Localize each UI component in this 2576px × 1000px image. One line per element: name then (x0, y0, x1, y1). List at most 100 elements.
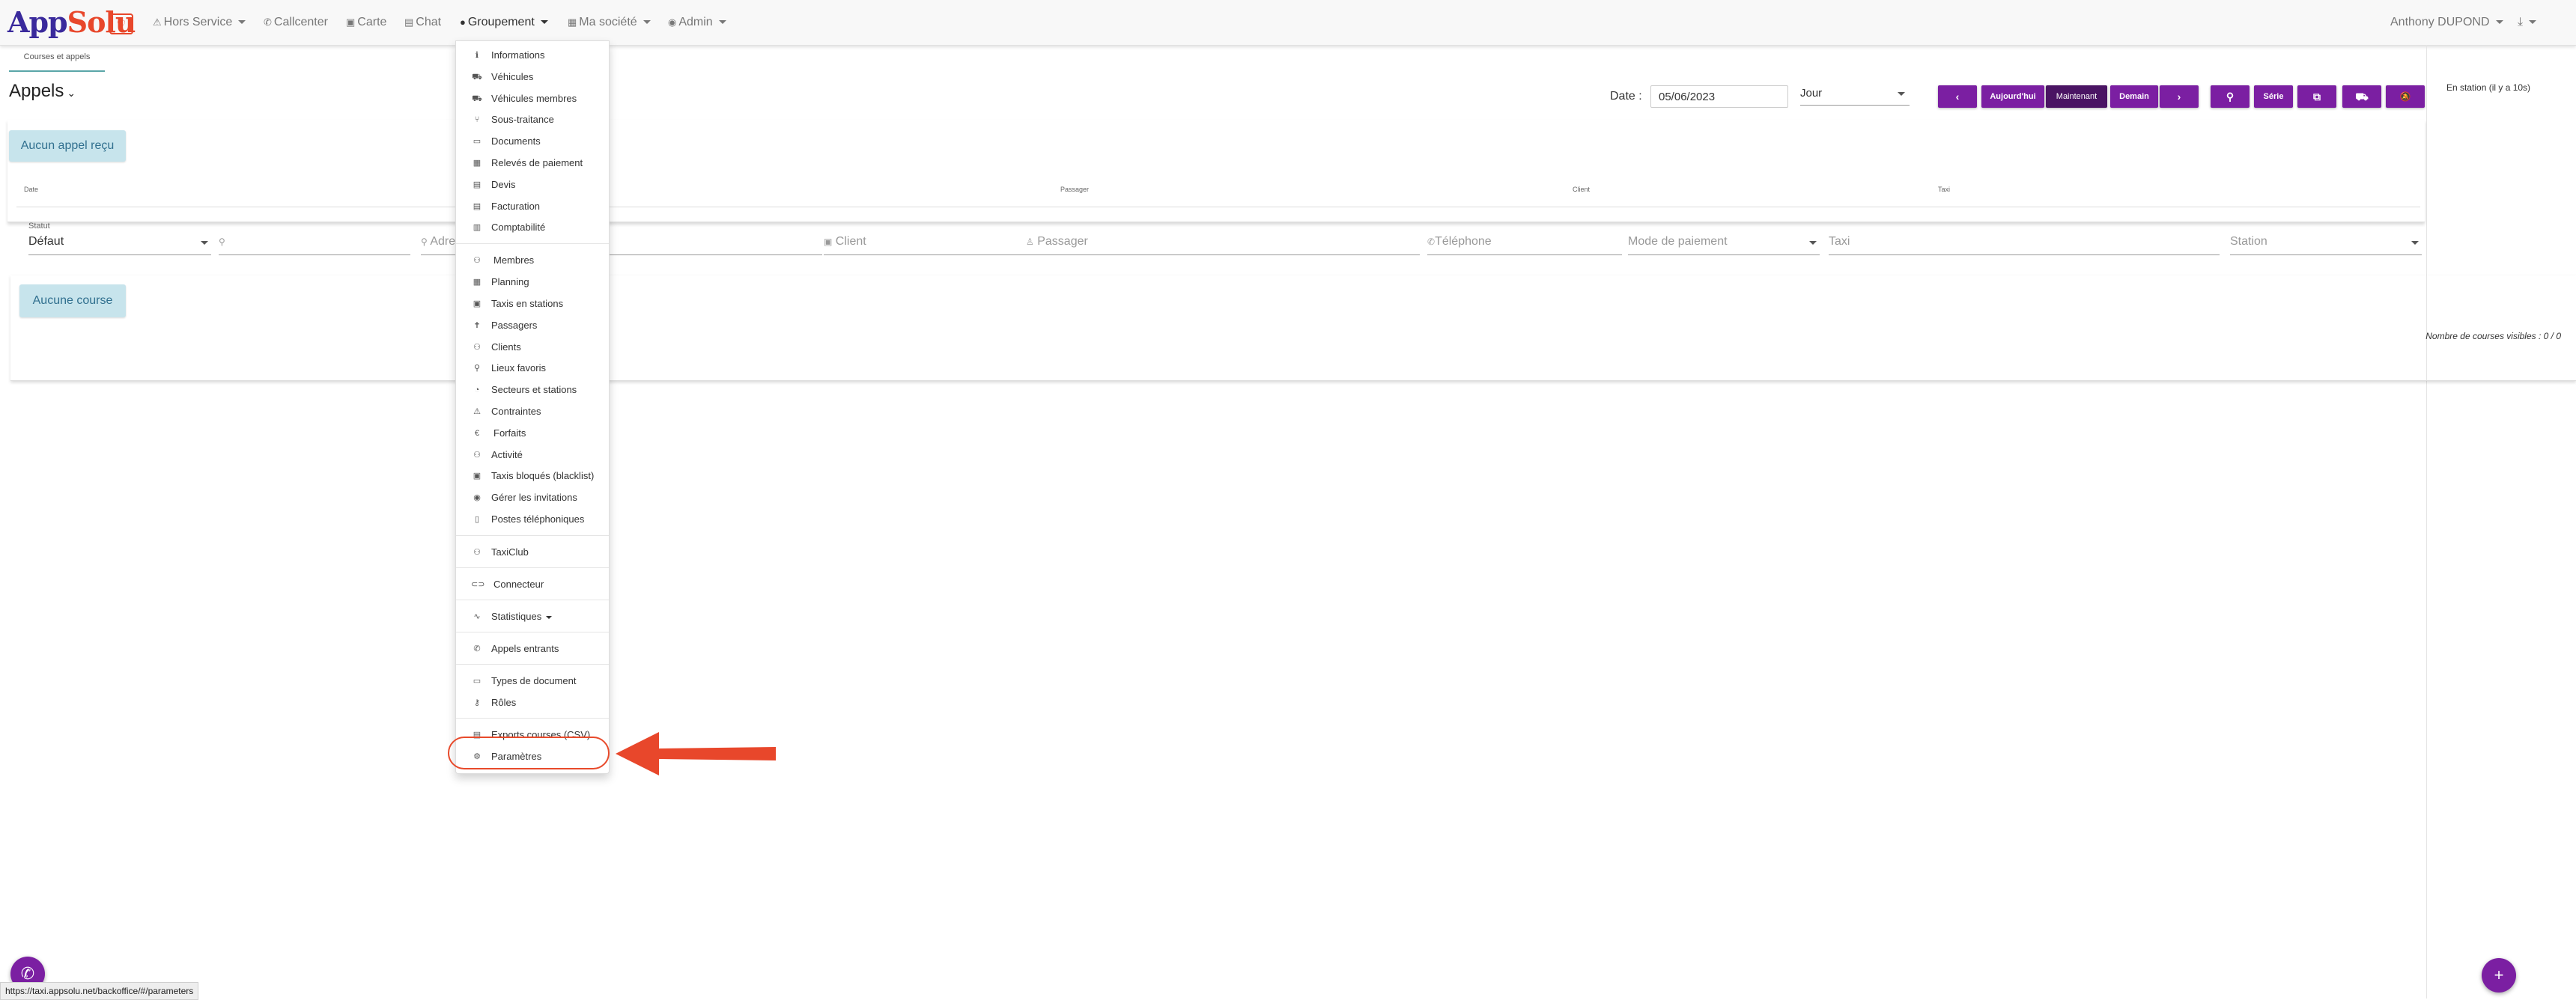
users-icon: ⚇ (473, 256, 481, 265)
passenger-icon: ✝ (473, 321, 481, 330)
menu-item-membres[interactable]: ⚇ Membres (456, 251, 609, 270)
menu-item-taxis-en-stations[interactable]: ▣ Taxis en stations (456, 294, 609, 314)
menu-item-vehicules-membres[interactable]: ⛟ Véhicules membres (456, 89, 609, 109)
location-pin-icon: ⚲ (421, 237, 428, 247)
menu-item-label: Contraintes (491, 406, 541, 417)
menu-item-devis[interactable]: ▤ Devis (456, 175, 609, 195)
chevron-down-icon (643, 20, 651, 25)
page-title[interactable]: Appels ⌄ (9, 81, 76, 102)
menu-item-taxis-bloques[interactable]: ▣ Taxis bloqués (blacklist) (456, 466, 609, 486)
menu-divider (456, 243, 609, 244)
car-icon[interactable]: ⛟ (2342, 85, 2381, 108)
address-input[interactable]: ⚲ Adre (421, 231, 455, 255)
menu-item-informations[interactable]: ℹ Informations (456, 46, 609, 65)
menu-item-roles[interactable]: ⚷ Rôles (456, 693, 609, 713)
groupement-dropdown-menu: ℹ Informations ⛟ Véhicules ⛟ Véhicules memb… (455, 40, 610, 774)
page-title-text: Appels (9, 81, 64, 101)
address-input-continued[interactable] (608, 231, 822, 255)
menu-item-releves-de-paiement[interactable]: ▦ Relevés de paiement (456, 153, 609, 173)
menu-item-secteurs-et-stations[interactable]: ◔ Secteurs et stations (456, 380, 609, 400)
menu-item-label: Secteurs et stations (491, 384, 577, 395)
menu-item-label: Planning (491, 276, 529, 287)
nav-admin[interactable]: ◉ Admin (668, 0, 726, 45)
download-icon: ⤓ (2518, 16, 2524, 28)
external-link-icon[interactable]: ⧉ (2297, 85, 2336, 108)
key-icon: ⚷ (473, 698, 481, 707)
menu-item-contraintes[interactable]: ⚠ Contraintes (456, 402, 609, 421)
chevron-down-icon (2411, 241, 2419, 245)
link-icon: ⊂⊃ (471, 580, 485, 589)
today-button[interactable]: Aujourd'hui (1981, 85, 2044, 108)
menu-item-statistiques[interactable]: ∿ Statistiques (456, 607, 609, 626)
menu-item-passagers[interactable]: ✝ Passagers (456, 316, 609, 335)
menu-divider (456, 718, 609, 719)
bell-off-icon[interactable]: 🔕 (2386, 85, 2425, 108)
next-day-button[interactable]: › (2160, 85, 2199, 108)
search-input[interactable]: ⚲ (219, 231, 410, 255)
date-label: Date : (1610, 90, 1642, 103)
menu-item-facturation[interactable]: ▤ Facturation (456, 197, 609, 216)
menu-item-postes-telephoniques[interactable]: ▯ Postes téléphoniques (456, 510, 609, 529)
menu-item-clients[interactable]: ⚇ Clients (456, 338, 609, 357)
menu-item-taxiclub[interactable]: ⚇ TaxiClub (456, 543, 609, 562)
menu-item-types-de-document[interactable]: ▭ Types de document (456, 671, 609, 691)
user-menu[interactable]: Anthony DUPOND (2390, 0, 2503, 45)
chevron-down-icon (1809, 241, 1817, 245)
menu-item-label: Lieux favoris (491, 362, 546, 374)
period-select[interactable]: Jour (1800, 82, 1910, 106)
logo-badge-icon: ♡ (109, 13, 133, 34)
menu-item-appels-entrants[interactable]: ✆ Appels entrants (456, 639, 609, 659)
passager-input[interactable]: ♙ Passager (1026, 231, 1420, 255)
car-icon: ⛟ (472, 73, 482, 82)
menu-item-comptabilite[interactable]: ▥ Comptabilité (456, 218, 609, 237)
sitemap-icon: ⑂ (474, 115, 480, 124)
menu-item-planning[interactable]: ▦ Planning (456, 272, 609, 292)
menu-item-label: Forfaits (493, 427, 526, 439)
date-input[interactable]: 05/06/2023 (1650, 85, 1788, 108)
ledger-icon: ▥ (473, 223, 482, 232)
col-taxi: Taxi (1938, 186, 1951, 193)
menu-item-label: Statistiques (491, 607, 553, 626)
telephone-input[interactable]: ✆Téléphone (1427, 231, 1622, 255)
menu-item-sous-traitance[interactable]: ⑂ Sous-traitance (456, 110, 609, 129)
no-courses-message: Aucune course (19, 284, 126, 317)
nav-chat[interactable]: ▤ Chat (404, 0, 441, 45)
client-placeholder: Client (835, 235, 866, 248)
nav-groupement[interactable]: ● Groupement (460, 0, 548, 45)
taxi-input[interactable]: Taxi (1829, 231, 2220, 255)
tomorrow-button[interactable]: Demain (2110, 85, 2158, 108)
menu-item-documents[interactable]: ▭ Documents (456, 132, 609, 151)
menu-item-gerer-les-invitations[interactable]: ◉ Gérer les invitations (456, 488, 609, 507)
mode-paiement-select[interactable]: Mode de paiement (1628, 231, 1820, 255)
address-placeholder: Adre (430, 235, 456, 248)
statut-select[interactable]: Défaut (28, 231, 211, 255)
station-select[interactable]: Station (2230, 231, 2422, 255)
download-menu[interactable]: ⤓ (2518, 0, 2537, 45)
chevron-down-icon (718, 20, 726, 25)
info-icon: ℹ (475, 51, 479, 60)
nav-hors-service[interactable]: ⚠ Hors Service (153, 0, 246, 45)
passenger-icon: ♙ (1026, 237, 1034, 247)
phone-icon: ✆ (473, 644, 481, 653)
phone-device-icon: ▯ (474, 515, 480, 524)
menu-item-forfaits[interactable]: € Forfaits (456, 424, 609, 443)
tab-courses-et-appels[interactable]: Courses et appels (9, 48, 105, 72)
menu-item-lieux-favoris[interactable]: ⚲ Lieux favoris (456, 359, 609, 378)
menu-item-label: Clients (491, 341, 521, 353)
menu-item-connecteur[interactable]: ⊂⊃ Connecteur (456, 575, 609, 594)
add-fab-button[interactable]: + (2482, 958, 2516, 993)
menu-item-vehicules[interactable]: ⛟ Véhicules (456, 67, 609, 87)
chart-line-icon: ∿ (473, 612, 481, 621)
search-button[interactable]: ⚲ (2211, 85, 2250, 108)
activity-icon: ⚇ (473, 451, 481, 460)
nav-callcenter[interactable]: ✆ Callcenter (264, 0, 328, 45)
club-icon: ⚇ (473, 548, 481, 557)
nav-ma-societe[interactable]: ▦ Ma société (568, 0, 651, 45)
menu-item-activite[interactable]: ⚇ Activité (456, 445, 609, 465)
menu-divider (456, 535, 609, 536)
serie-button[interactable]: Série (2254, 85, 2293, 108)
previous-day-button[interactable]: ‹ (1938, 85, 1977, 108)
top-navbar: AppSolu ♡ ⚠ Hors Service ✆ Callcenter ▣ Car… (0, 0, 2576, 46)
nav-carte[interactable]: ▣ Carte (346, 0, 386, 45)
now-button[interactable]: Maintenant (2046, 85, 2107, 108)
